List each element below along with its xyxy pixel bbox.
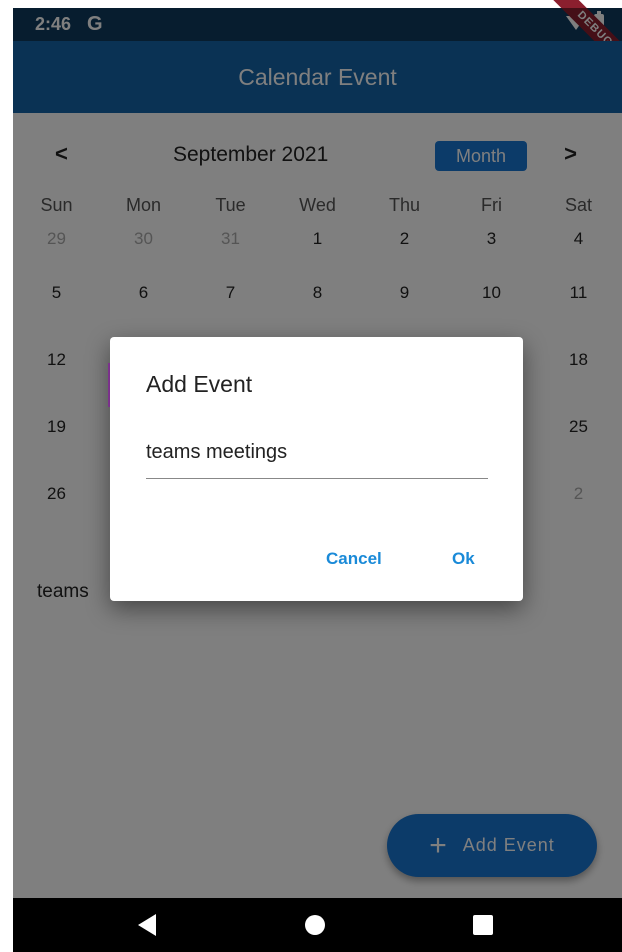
recent-apps-icon[interactable] <box>473 915 493 935</box>
system-nav-bar <box>13 898 622 952</box>
event-name-input[interactable]: teams meetings <box>146 441 488 479</box>
ok-button[interactable]: Ok <box>452 549 475 569</box>
add-event-dialog: Add Event teams meetings Cancel Ok <box>110 337 523 601</box>
home-icon[interactable] <box>305 915 325 935</box>
cancel-button[interactable]: Cancel <box>326 549 382 569</box>
back-icon[interactable] <box>138 914 156 936</box>
dialog-title: Add Event <box>146 371 253 397</box>
